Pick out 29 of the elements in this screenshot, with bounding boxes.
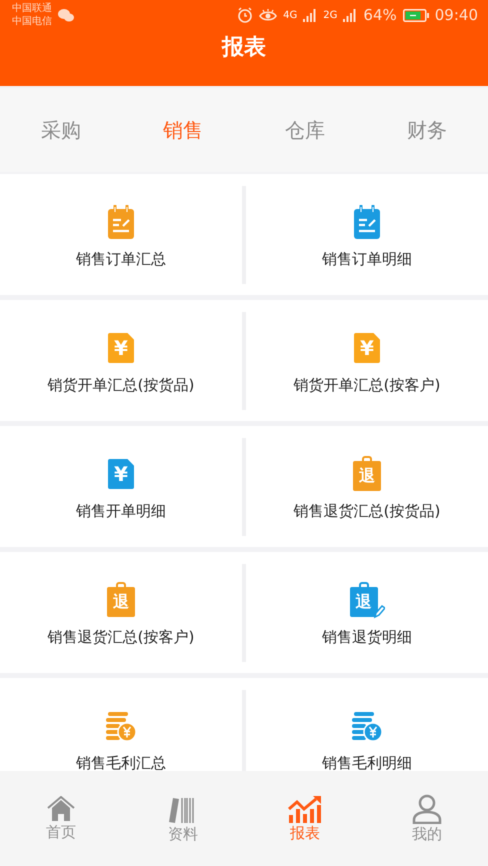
report-link[interactable]: 销售退货汇总(按货品) bbox=[294, 502, 440, 521]
yen-document-icon: ¥ bbox=[108, 459, 134, 489]
alarm-icon bbox=[237, 7, 254, 23]
yen-document-icon: ¥ bbox=[108, 333, 134, 363]
battery-icon bbox=[402, 8, 429, 22]
network-label: 2G bbox=[323, 10, 338, 20]
yen-document-icon: ¥ bbox=[354, 333, 380, 363]
home-icon bbox=[47, 796, 75, 822]
chat-bubbles-icon bbox=[58, 8, 74, 22]
report-link[interactable]: 销售毛利汇总 bbox=[76, 754, 166, 771]
report-link[interactable]: 销售退货明细 bbox=[322, 628, 412, 647]
chart-icon bbox=[288, 794, 322, 822]
header-title: 报表 bbox=[222, 34, 266, 62]
clock-time: 09:40 bbox=[434, 6, 478, 24]
carrier-label: 中国电信 bbox=[12, 15, 52, 28]
signal-icon bbox=[303, 8, 318, 22]
eye-icon bbox=[259, 8, 278, 22]
report-link[interactable]: 销售毛利明细 bbox=[322, 754, 412, 771]
report-link[interactable]: 销售开单明细 bbox=[76, 502, 166, 521]
report-link[interactable]: 销售订单明细 bbox=[322, 250, 412, 269]
person-icon bbox=[412, 794, 442, 824]
network-label: 4G bbox=[283, 10, 298, 20]
carrier-label: 中国联通 bbox=[12, 2, 52, 15]
signal-icon bbox=[343, 8, 358, 22]
battery-percent: 64% bbox=[363, 6, 397, 24]
report-link[interactable]: 销售退货汇总(按客户) bbox=[48, 628, 194, 647]
report-link[interactable]: 销售订单汇总 bbox=[76, 250, 166, 269]
report-link[interactable]: 销货开单汇总(按客户) bbox=[294, 376, 440, 395]
report-link[interactable]: 销货开单汇总(按货品) bbox=[48, 376, 194, 395]
